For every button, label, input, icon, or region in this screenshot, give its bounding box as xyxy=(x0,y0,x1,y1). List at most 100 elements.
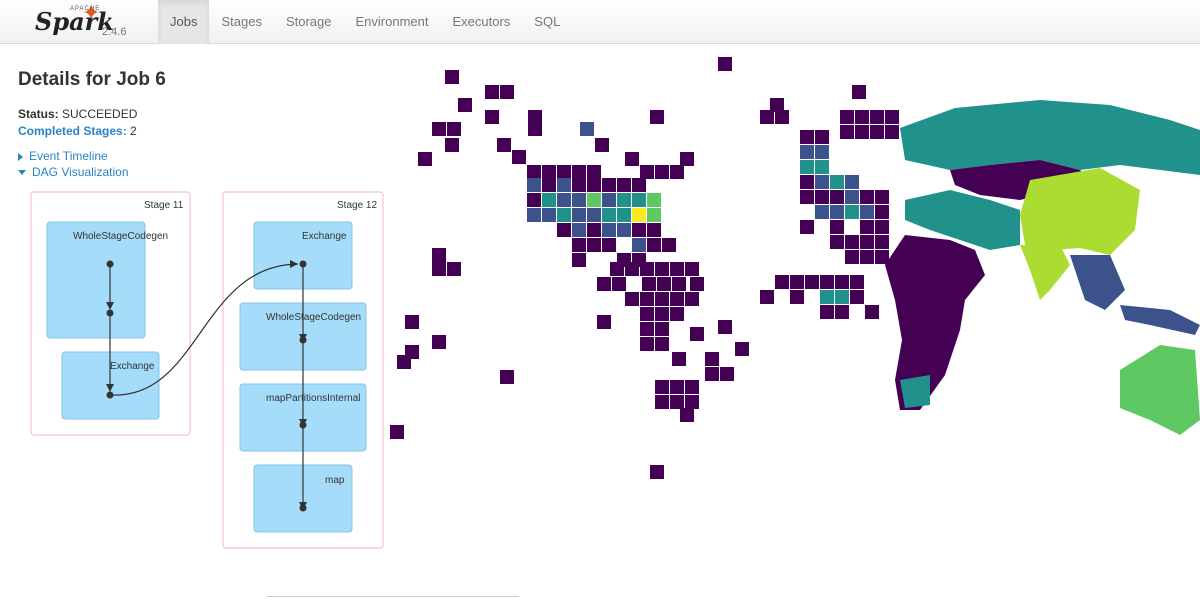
map-cell xyxy=(815,205,829,219)
nav-tabs: Jobs Stages Storage Environment Executor… xyxy=(158,0,572,44)
map-cell xyxy=(657,277,671,291)
map-cell xyxy=(775,275,789,289)
map-cell xyxy=(602,208,616,222)
status-value: SUCCEEDED xyxy=(62,107,138,121)
dag-visualization-label: DAG Visualization xyxy=(32,165,129,179)
region-southeast-asia[interactable] xyxy=(1070,255,1125,310)
map-cell xyxy=(655,395,669,409)
map-cell xyxy=(830,175,844,189)
map-cell xyxy=(587,208,601,222)
brand-apache: APACHE xyxy=(70,6,101,12)
map-cell xyxy=(587,223,601,237)
map-cell xyxy=(670,165,684,179)
map-cell xyxy=(650,110,664,124)
map-cell xyxy=(612,277,626,291)
map-cell xyxy=(685,395,699,409)
map-cell xyxy=(845,175,859,189)
operator-label: Exchange xyxy=(110,361,155,372)
map-cell xyxy=(557,193,571,207)
map-cell xyxy=(485,110,499,124)
map-cell xyxy=(815,145,829,159)
spark-logo[interactable]: Spark ✦ APACHE 2.4.6 xyxy=(32,0,142,40)
map-cell xyxy=(670,395,684,409)
tab-executors[interactable]: Executors xyxy=(440,0,522,44)
region-australia[interactable] xyxy=(1120,345,1200,435)
map-cell xyxy=(572,178,586,192)
map-cell xyxy=(705,367,719,381)
tab-stages[interactable]: Stages xyxy=(209,0,273,44)
map-cell xyxy=(720,367,734,381)
map-cell xyxy=(690,277,704,291)
map-cell xyxy=(597,315,611,329)
map-cell xyxy=(680,408,694,422)
top-navbar: Spark ✦ APACHE 2.4.6 Jobs Stages Storage… xyxy=(0,0,1200,44)
region-indonesia[interactable] xyxy=(1120,305,1200,335)
map-cell xyxy=(655,165,669,179)
map-cell xyxy=(860,190,874,204)
map-cell xyxy=(855,125,869,139)
dag-node[interactable] xyxy=(106,309,114,317)
map-cell xyxy=(852,85,866,99)
map-cell xyxy=(875,220,889,234)
dag-node[interactable] xyxy=(106,391,114,399)
dag-node[interactable] xyxy=(299,260,307,268)
map-cell xyxy=(790,290,804,304)
map-cell xyxy=(800,220,814,234)
map-cell xyxy=(885,125,899,139)
map-grid-cells xyxy=(390,57,899,479)
caret-right-icon xyxy=(18,152,23,161)
map-cell xyxy=(805,275,819,289)
tab-jobs[interactable]: Jobs xyxy=(158,0,210,44)
footer-divider xyxy=(267,596,519,597)
map-cell xyxy=(640,262,654,276)
map-cell xyxy=(800,175,814,189)
map-cell xyxy=(800,190,814,204)
map-cell xyxy=(587,238,601,252)
region-india[interactable] xyxy=(1020,245,1070,300)
tab-sql[interactable]: SQL xyxy=(522,0,572,44)
map-cell xyxy=(875,205,889,219)
map-cell xyxy=(670,262,684,276)
tab-environment[interactable]: Environment xyxy=(344,0,441,44)
operator-label: Exchange xyxy=(302,231,347,242)
region-africa[interactable] xyxy=(885,235,985,410)
map-cell xyxy=(860,205,874,219)
map-cell xyxy=(685,262,699,276)
map-cell xyxy=(680,152,694,166)
map-cell xyxy=(875,190,889,204)
region-china[interactable] xyxy=(1020,168,1140,255)
job-status: Status: SUCCEEDED xyxy=(18,107,137,121)
completed-stages-link[interactable]: Completed Stages: xyxy=(18,124,127,138)
map-cell xyxy=(815,160,829,174)
region-south-africa[interactable] xyxy=(900,375,930,408)
completed-stages-count: 2 xyxy=(130,124,137,138)
map-cell xyxy=(855,110,869,124)
map-cell xyxy=(870,110,884,124)
map-cell xyxy=(445,138,459,152)
status-label: Status: xyxy=(18,107,59,121)
map-cell xyxy=(815,175,829,189)
map-cell xyxy=(820,275,834,289)
map-cell xyxy=(632,208,646,222)
map-cell xyxy=(500,85,514,99)
map-cell xyxy=(512,150,526,164)
map-cell xyxy=(445,70,459,84)
page-title: Details for Job 6 xyxy=(18,69,166,90)
map-cell xyxy=(865,305,879,319)
map-cell xyxy=(672,352,686,366)
map-cell xyxy=(625,262,639,276)
map-cell xyxy=(617,208,631,222)
dag-node[interactable] xyxy=(106,260,114,268)
map-cell xyxy=(870,125,884,139)
map-cell xyxy=(432,262,446,276)
map-cell xyxy=(830,205,844,219)
map-cell xyxy=(527,165,541,179)
map-cell xyxy=(850,275,864,289)
tab-storage[interactable]: Storage xyxy=(274,0,344,44)
map-cell xyxy=(572,238,586,252)
map-cell xyxy=(705,352,719,366)
map-cell xyxy=(617,178,631,192)
event-timeline-toggle[interactable]: Event Timeline xyxy=(18,149,108,163)
map-cell xyxy=(542,178,556,192)
dag-visualization-toggle[interactable]: DAG Visualization xyxy=(18,165,129,179)
